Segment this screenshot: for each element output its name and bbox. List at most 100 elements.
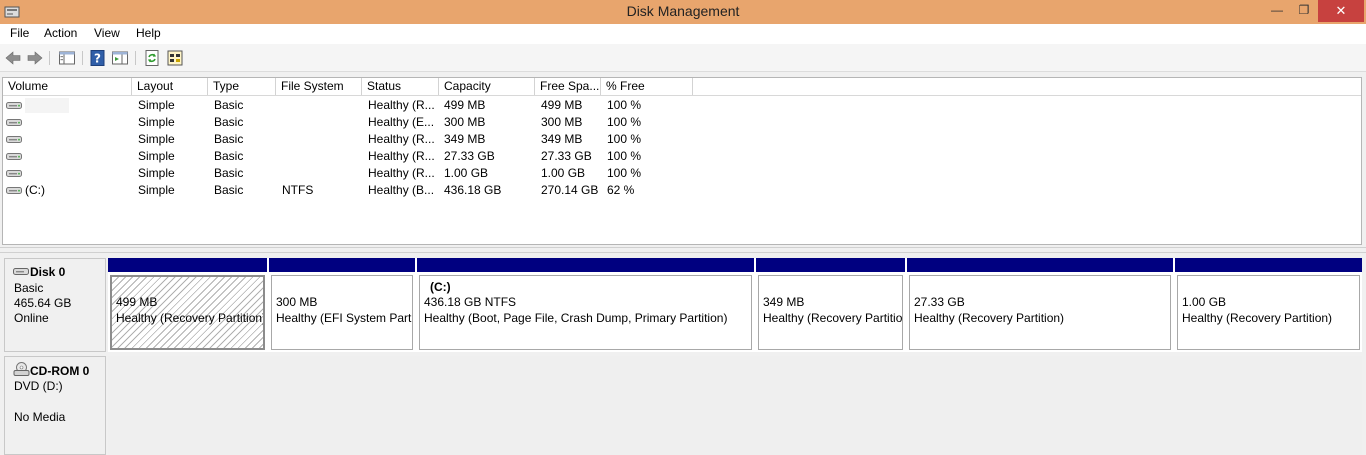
show-pane-icon[interactable]: [111, 49, 129, 67]
volume-percent-free: 100 %: [607, 132, 642, 146]
volume-layout: Simple: [138, 98, 175, 112]
volume-name-redacted: [25, 98, 69, 113]
back-arrow-icon[interactable]: [4, 49, 22, 67]
menu-view[interactable]: View: [94, 26, 120, 40]
volume-free-space: 1.00 GB: [541, 166, 586, 180]
volume-type: Basic: [214, 149, 244, 163]
partition-c-drive[interactable]: (C:) 436.18 GB NTFS Healthy (Boot, Page …: [417, 258, 754, 352]
partition-size: 349 MB: [763, 295, 805, 309]
volume-percent-free: 100 %: [607, 115, 642, 129]
volume-type: Basic: [214, 98, 244, 112]
partition-size: 27.33 GB: [914, 295, 965, 309]
partition-header-bar: [756, 258, 905, 272]
volume-layout: Simple: [138, 132, 175, 146]
partition-status: Healthy (Recovery Partition): [116, 311, 265, 325]
console-tree-icon[interactable]: [58, 49, 76, 67]
volume-free-space: 349 MB: [541, 132, 583, 146]
partition-recovery-3[interactable]: 27.33 GB Healthy (Recovery Partition): [907, 258, 1173, 352]
volume-layout: Simple: [138, 115, 175, 129]
partition-status: Healthy (Recovery Partitio: [763, 311, 903, 325]
menu-help[interactable]: Help: [136, 26, 161, 40]
column-header-free-space[interactable]: Free Spa...: [535, 78, 601, 95]
close-button[interactable]: ✕: [1318, 0, 1364, 22]
volume-free-space: 27.33 GB: [541, 149, 592, 163]
minimize-button[interactable]: —: [1262, 0, 1292, 22]
volume-file-system: NTFS: [282, 183, 314, 197]
partition-header-bar: [269, 258, 415, 272]
partition-body[interactable]: 349 MB Healthy (Recovery Partitio: [758, 275, 903, 350]
volume-percent-free: 62 %: [607, 183, 635, 197]
disk-icon: [13, 268, 29, 275]
svg-text:?: ?: [94, 52, 101, 66]
menu-file[interactable]: File: [10, 26, 29, 40]
drive-icon: [6, 119, 22, 126]
disk-0-type: Basic: [14, 281, 44, 295]
volume-capacity: 499 MB: [444, 98, 486, 112]
column-header-status[interactable]: Status: [362, 78, 439, 95]
volume-type: Basic: [214, 166, 244, 180]
refresh-icon[interactable]: [143, 49, 161, 67]
volume-status: Healthy (R...: [368, 132, 435, 146]
partition-body[interactable]: 300 MB Healthy (EFI System Parti: [271, 275, 413, 350]
volume-row[interactable]: (C:) Simple Basic NTFS Healthy (B... 436…: [3, 182, 1361, 199]
volume-percent-free: 100 %: [607, 98, 642, 112]
partition-size: 1.00 GB: [1182, 295, 1227, 309]
volume-capacity: 1.00 GB: [444, 166, 489, 180]
column-header-file-system[interactable]: File System: [276, 78, 362, 95]
volume-percent-free: 100 %: [607, 166, 642, 180]
maximize-button[interactable]: ❐: [1289, 0, 1319, 22]
partition-status: Healthy (Recovery Partition): [914, 311, 1065, 325]
title-bar: Disk Management — ❐ ✕: [0, 0, 1366, 24]
volume-list-header: Volume Layout Type File System Status Ca…: [3, 78, 1361, 96]
disk-0-label[interactable]: Disk 0 Basic 465.64 GB Online: [4, 258, 106, 352]
partition-body[interactable]: 1.00 GB Healthy (Recovery Partition): [1177, 275, 1360, 350]
volume-status: Healthy (R...: [368, 149, 435, 163]
partition-header-bar: [1175, 258, 1362, 272]
forward-arrow-icon[interactable]: [26, 49, 44, 67]
pane-splitter[interactable]: [0, 247, 1366, 253]
column-header-layout[interactable]: Layout: [132, 78, 208, 95]
partition-recovery-1[interactable]: 499 MB Healthy (Recovery Partition): [108, 258, 267, 352]
volume-row[interactable]: Simple Basic Healthy (R... 499 MB 499 MB…: [3, 97, 1361, 114]
drive-icon: [6, 102, 22, 109]
column-header-capacity[interactable]: Capacity: [439, 78, 535, 95]
partition-body[interactable]: 27.33 GB Healthy (Recovery Partition): [909, 275, 1171, 350]
drive-icon: [6, 153, 22, 160]
volume-list[interactable]: Volume Layout Type File System Status Ca…: [2, 77, 1362, 245]
partition-recovery-4[interactable]: 1.00 GB Healthy (Recovery Partition): [1175, 258, 1362, 352]
volume-row[interactable]: Simple Basic Healthy (R... 27.33 GB 27.3…: [3, 148, 1361, 165]
partition-recovery-2[interactable]: 349 MB Healthy (Recovery Partitio: [756, 258, 905, 352]
partition-body[interactable]: (C:) 436.18 GB NTFS Healthy (Boot, Page …: [419, 275, 752, 350]
partition-efi[interactable]: 300 MB Healthy (EFI System Parti: [269, 258, 415, 352]
partition-size: 499 MB: [116, 295, 158, 309]
disk-0-size: 465.64 GB: [14, 296, 72, 310]
disk-0-name: Disk 0: [30, 265, 66, 279]
volume-layout: Simple: [138, 149, 175, 163]
partition-header-bar: [907, 258, 1173, 272]
properties-icon[interactable]: [166, 49, 184, 67]
volume-percent-free: 100 %: [607, 149, 642, 163]
column-header-percent-free[interactable]: % Free: [601, 78, 693, 95]
volume-row[interactable]: Simple Basic Healthy (R... 349 MB 349 MB…: [3, 131, 1361, 148]
volume-row[interactable]: Simple Basic Healthy (R... 1.00 GB 1.00 …: [3, 165, 1361, 182]
cdrom-0-empty-area: [108, 356, 1362, 455]
menu-action[interactable]: Action: [44, 26, 77, 40]
cdrom-0-label[interactable]: CD-ROM 0 DVD (D:) No Media: [4, 356, 106, 455]
volume-row[interactable]: Simple Basic Healthy (E... 300 MB 300 MB…: [3, 114, 1361, 131]
cdrom-0-drive: DVD (D:): [14, 379, 63, 393]
volume-free-space: 270.14 GB: [541, 183, 599, 197]
column-header-volume[interactable]: Volume: [3, 78, 132, 95]
cd-drive-icon: [13, 362, 30, 376]
volume-type: Basic: [214, 132, 244, 146]
column-header-type[interactable]: Type: [208, 78, 276, 95]
drive-icon: [6, 187, 22, 194]
partition-header-bar: [417, 258, 754, 272]
toolbar: ?: [0, 44, 1366, 72]
partition-body[interactable]: 499 MB Healthy (Recovery Partition): [110, 275, 265, 350]
volume-capacity: 27.33 GB: [444, 149, 495, 163]
disk-0-partitions: 499 MB Healthy (Recovery Partition) 300 …: [108, 258, 1362, 352]
help-icon[interactable]: ?: [89, 49, 107, 67]
partition-status: Healthy (EFI System Parti: [276, 311, 413, 325]
volume-status: Healthy (B...: [368, 183, 435, 197]
window-title: Disk Management: [626, 3, 740, 19]
